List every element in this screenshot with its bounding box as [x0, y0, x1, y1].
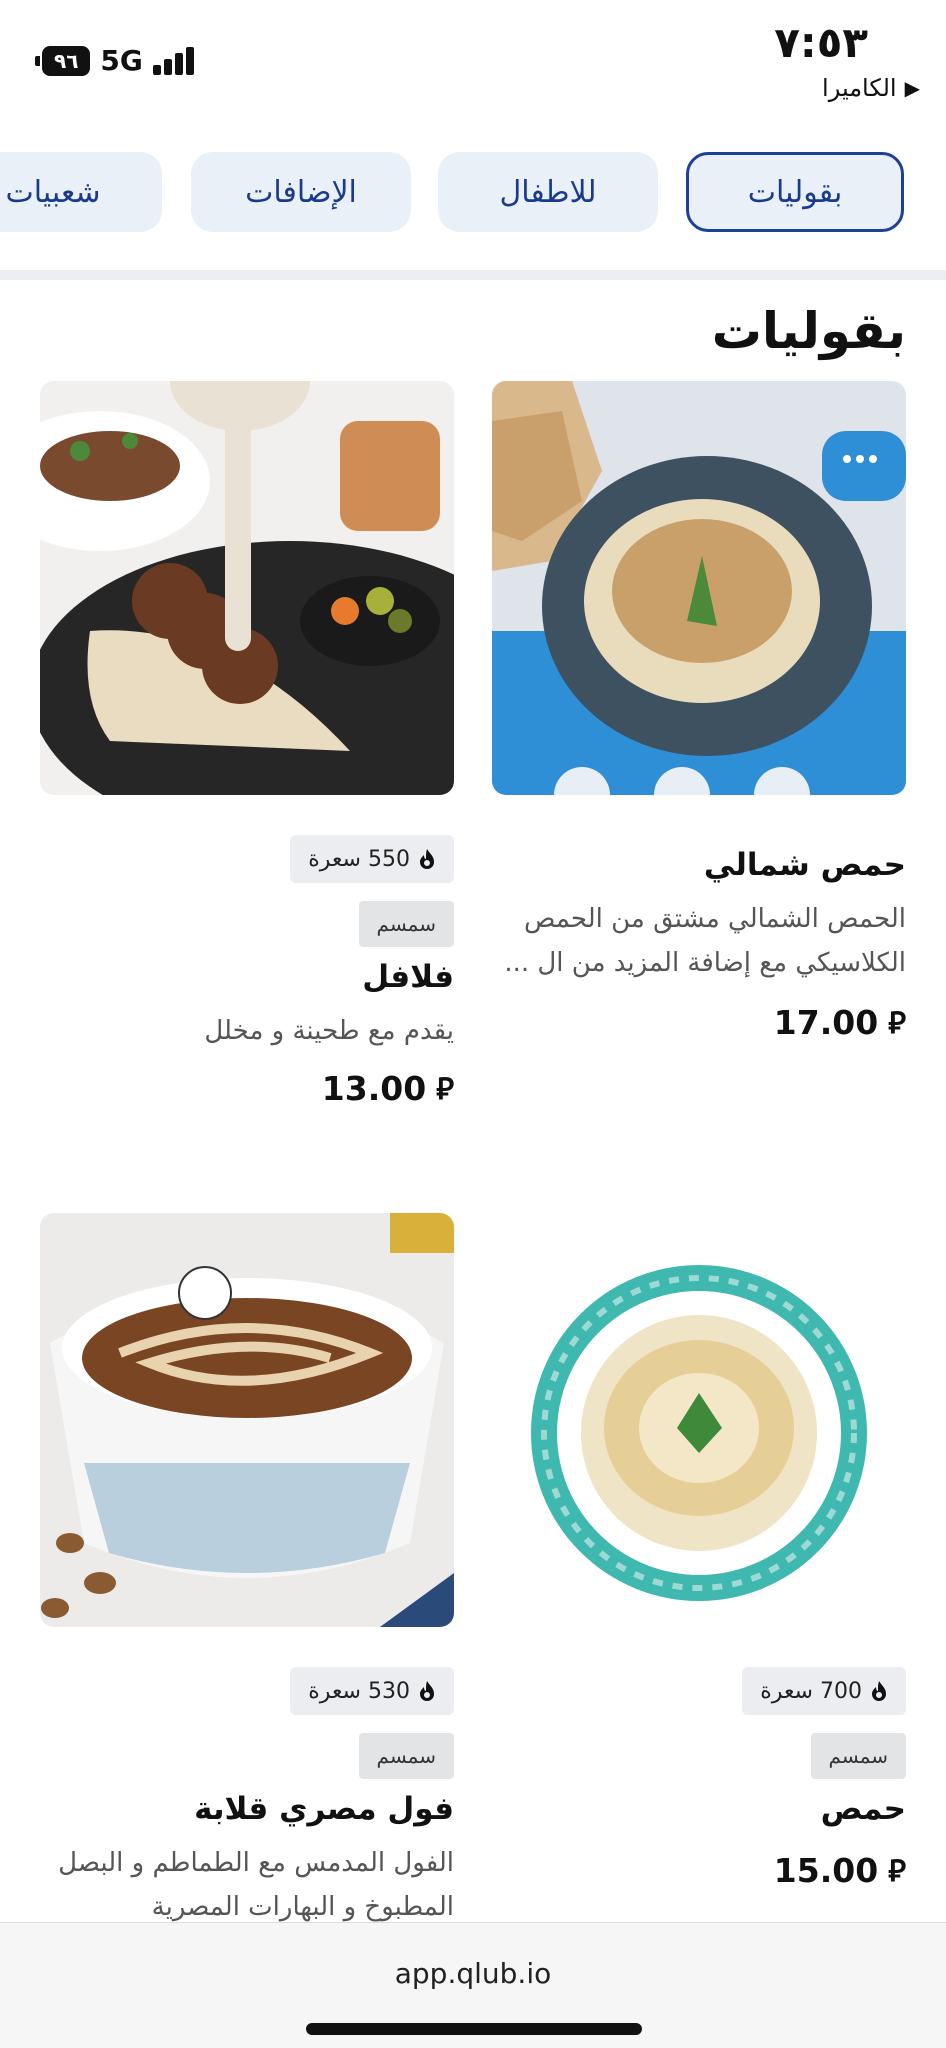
item-price: ⃁ 15.00: [492, 1851, 906, 1890]
allergen-tag: سمسم: [810, 1733, 906, 1779]
riyal-icon: ⃁: [888, 1006, 906, 1041]
foul-bowl-image: [40, 1213, 454, 1627]
riyal-icon: ⃁: [888, 1854, 906, 1889]
battery-icon: ٩٦: [34, 45, 91, 76]
calories-badge: 700 سعرة: [742, 1667, 906, 1715]
item-description: يقدم مع طحينة و مخلل: [204, 1016, 454, 1046]
network-type: 5G: [100, 44, 143, 77]
tab-label: شعبيات: [5, 174, 101, 210]
price-value: 13.00: [321, 1069, 427, 1108]
section-title: بقوليات: [711, 302, 906, 360]
item-name: فول مصري قلابة: [194, 1791, 454, 1827]
url-label[interactable]: app.qlub.io: [0, 1957, 946, 1990]
tab-kids[interactable]: للاطفال: [438, 152, 658, 232]
item-price: ⃁ 17.00: [492, 1003, 906, 1042]
category-tabs: بقوليات للاطفال الإضافات شعبيات: [0, 152, 946, 232]
price-value: 15.00: [773, 1851, 879, 1890]
calories-value: 550 سعرة: [308, 846, 410, 872]
flame-icon: [420, 1681, 434, 1701]
item-description: الفول المدمس مع الطماطم و البصل المطبوخ …: [58, 1848, 454, 1922]
back-label: الكاميرا: [822, 74, 897, 102]
menu-item-card[interactable]: 530 سعرة سمسم فول مصري قلابة الفول المدم…: [40, 1213, 454, 1929]
calories-badge: 550 سعرة: [290, 835, 454, 883]
play-icon: ▶: [904, 76, 920, 100]
browser-bottom-bar: app.qlub.io: [0, 1922, 946, 2048]
menu-item-card[interactable]: حمص شمالي الحمص الشمالي مشتق من الحمص ال…: [492, 381, 906, 1042]
menu-item-card[interactable]: 700 سعرة سمسم حمص ⃁ 15.00: [492, 1213, 906, 1890]
item-name: حمص: [820, 1791, 906, 1827]
menu-item-card[interactable]: 550 سعرة سمسم فلافل يقدم مع طحينة و مخلل…: [40, 381, 454, 1108]
calories-value: 530 سعرة: [308, 1678, 410, 1704]
tab-additions[interactable]: الإضافات: [191, 152, 411, 232]
back-to-app-link[interactable]: ▶ الكاميرا: [822, 74, 920, 102]
tab-popular[interactable]: شعبيات: [0, 152, 162, 232]
status-indicators: ٩٦ 5G: [34, 44, 194, 77]
price-value: 17.00: [773, 1003, 879, 1042]
tab-label: بقوليات: [747, 174, 843, 210]
tab-legumes[interactable]: بقوليات: [686, 152, 904, 232]
clock: ٧:٥٣: [774, 18, 868, 67]
hummus-plate-image: [492, 381, 906, 795]
calories-value: 700 سعرة: [760, 1678, 862, 1704]
flame-icon: [420, 849, 434, 869]
allergen-tag: سمسم: [358, 901, 454, 947]
item-description: الحمص الشمالي مشتق من الحمص الكلاسيكي مع…: [504, 904, 906, 978]
signal-icon: [152, 46, 194, 75]
tab-label: الإضافات: [245, 174, 357, 210]
hummus-bowl-image: [492, 1213, 906, 1627]
home-indicator[interactable]: [306, 2023, 642, 2035]
calories-badge: 530 سعرة: [290, 1667, 454, 1715]
flame-icon: [872, 1681, 886, 1701]
tabs-divider: [0, 270, 946, 280]
item-name: فلافل: [362, 959, 454, 995]
allergen-tag: سمسم: [358, 1733, 454, 1779]
status-bar: ٧:٥٣ ▶ الكاميرا ٩٦ 5G: [0, 0, 946, 130]
item-name: حمص شمالي: [703, 847, 906, 883]
tab-label: للاطفال: [499, 174, 597, 210]
item-price: ⃁ 13.00: [40, 1069, 454, 1108]
riyal-icon: ⃁: [436, 1072, 454, 1107]
falafel-plate-image: [40, 381, 454, 795]
